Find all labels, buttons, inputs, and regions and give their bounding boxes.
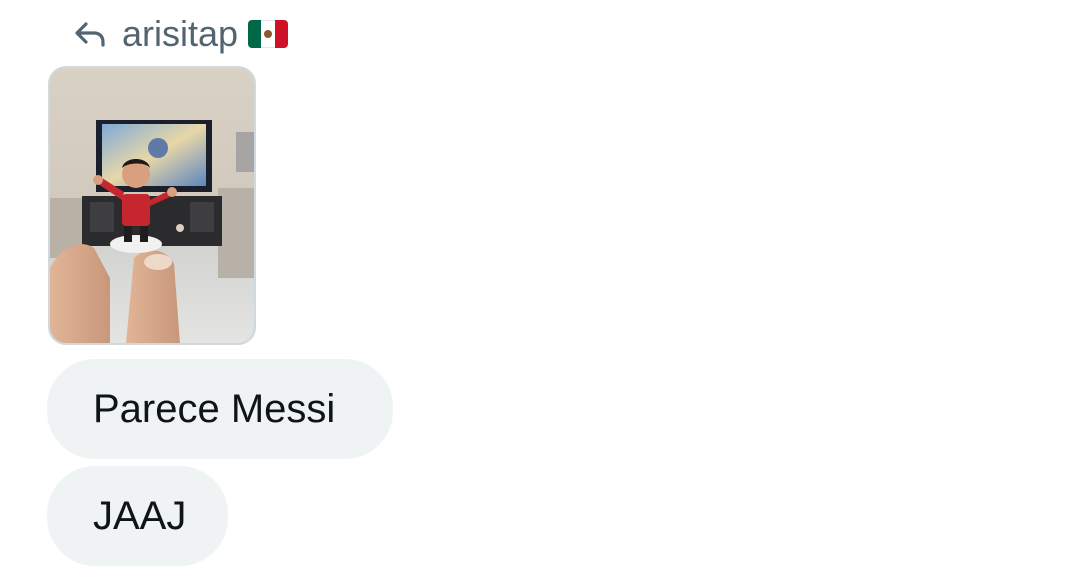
reply-username: arisitap bbox=[122, 13, 239, 54]
photo-image bbox=[50, 68, 254, 343]
mexico-flag-icon bbox=[248, 20, 289, 48]
reply-username-row: arisitap bbox=[122, 13, 289, 54]
reply-context[interactable]: arisitap bbox=[72, 12, 289, 56]
message-text: Parece Messi bbox=[93, 386, 336, 431]
message-bubble[interactable]: Parece Messi bbox=[47, 359, 393, 459]
message-text: JAAJ bbox=[93, 493, 187, 538]
photo-attachment[interactable] bbox=[48, 66, 256, 345]
reply-arrow-icon bbox=[72, 16, 108, 52]
message-bubble[interactable]: JAAJ bbox=[47, 466, 228, 566]
